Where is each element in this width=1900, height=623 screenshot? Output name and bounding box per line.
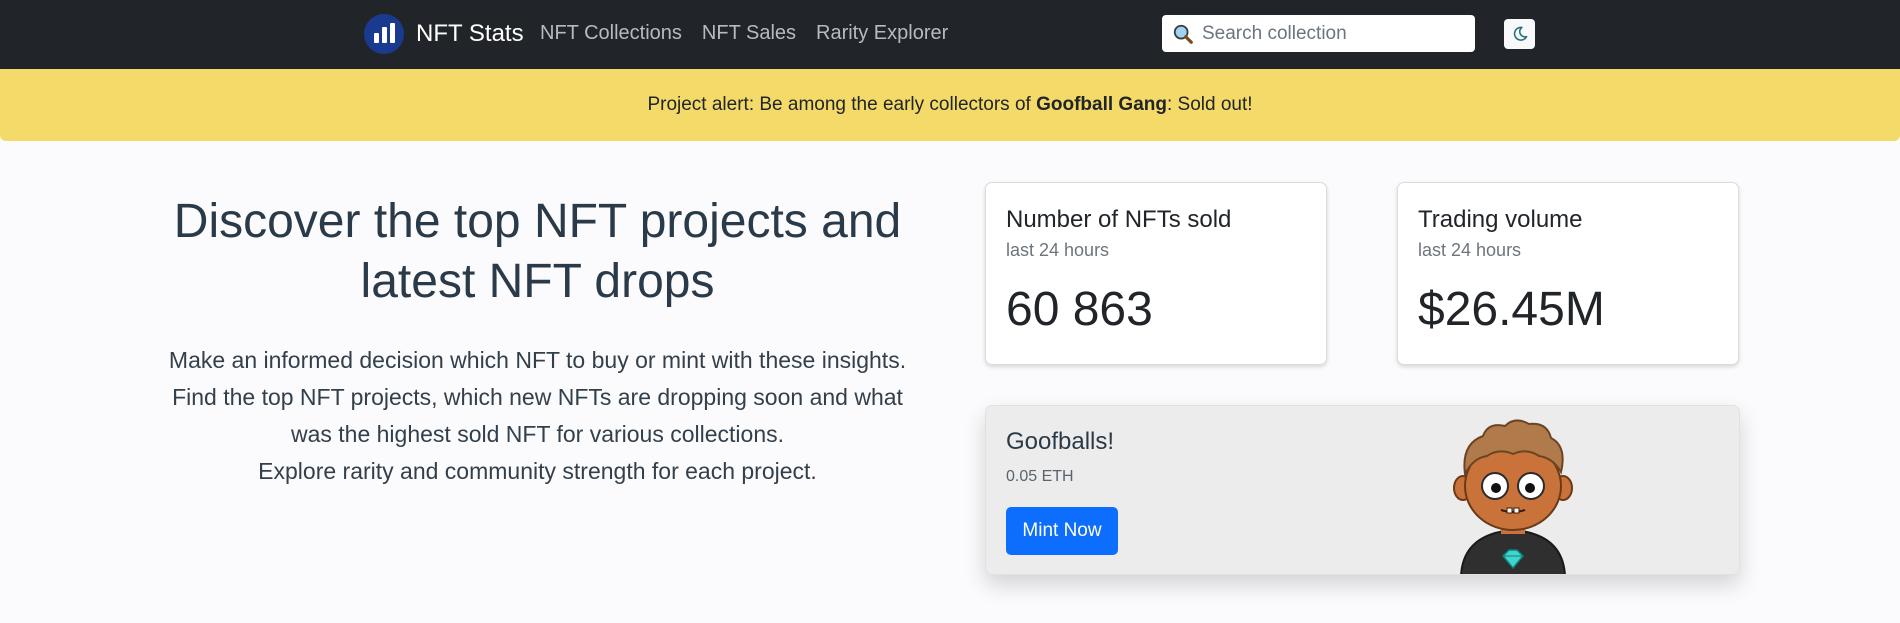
stat-value: 60 863 bbox=[1006, 283, 1153, 336]
stat-value: $26.45M bbox=[1418, 283, 1605, 336]
alert-suffix: : Sold out! bbox=[1166, 94, 1253, 115]
stat-subtitle: last 24 hours bbox=[1006, 240, 1110, 260]
stat-subtitle: last 24 hours bbox=[1418, 240, 1522, 260]
nav-rarity-explorer[interactable]: Rarity Explorer bbox=[816, 19, 948, 47]
nav-nft-collections[interactable]: NFT Collections bbox=[540, 19, 682, 47]
bar-chart-logo-icon bbox=[364, 14, 404, 54]
top-navbar: NFT Stats NFT Collections NFT Sales Rari… bbox=[0, 0, 1900, 69]
main-nav: NFT Collections NFT Sales Rarity Explore… bbox=[540, 19, 948, 47]
hero-line: Explore rarity and community strength fo… bbox=[258, 458, 817, 484]
mint-now-button[interactable]: Mint Now bbox=[1006, 507, 1118, 555]
stat-title: Number of NFTs sold bbox=[1006, 206, 1232, 233]
brand-link[interactable]: NFT Stats bbox=[364, 14, 524, 54]
alert-project-name[interactable]: Goofball Gang bbox=[1036, 94, 1167, 116]
trading-volume-card: Trading volume last 24 hours $26.45M bbox=[1397, 182, 1739, 365]
nfts-sold-card: Number of NFTs sold last 24 hours 60 863 bbox=[985, 182, 1327, 365]
goofball-character-illustration bbox=[1453, 419, 1573, 574]
nav-nft-sales[interactable]: NFT Sales bbox=[702, 19, 796, 47]
goofballs-promo-card: Goofballs! 0.05 ETH Mint Now bbox=[985, 405, 1740, 575]
search-input[interactable] bbox=[1202, 22, 1462, 45]
hero-line: Find the top NFT projects, which new NFT… bbox=[172, 384, 903, 447]
hero-description: Make an informed decision which NFT to b… bbox=[150, 342, 925, 490]
moon-icon bbox=[1513, 26, 1527, 41]
theme-toggle-button[interactable] bbox=[1504, 19, 1535, 49]
project-alert-banner: Project alert: Be among the early collec… bbox=[0, 69, 1900, 141]
promo-title: Goofballs! bbox=[1006, 428, 1115, 455]
magnifying-glass-icon bbox=[1173, 24, 1193, 44]
stat-title: Trading volume bbox=[1418, 206, 1583, 233]
search-box bbox=[1162, 15, 1475, 52]
hero-title: Discover the top NFT projects and latest… bbox=[173, 195, 902, 308]
hero-line: Make an informed decision which NFT to b… bbox=[168, 347, 907, 373]
brand-name: NFT Stats bbox=[416, 20, 524, 47]
promo-price: 0.05 ETH bbox=[1006, 468, 1074, 485]
alert-prefix: Project alert: Be among the early collec… bbox=[647, 94, 1037, 115]
